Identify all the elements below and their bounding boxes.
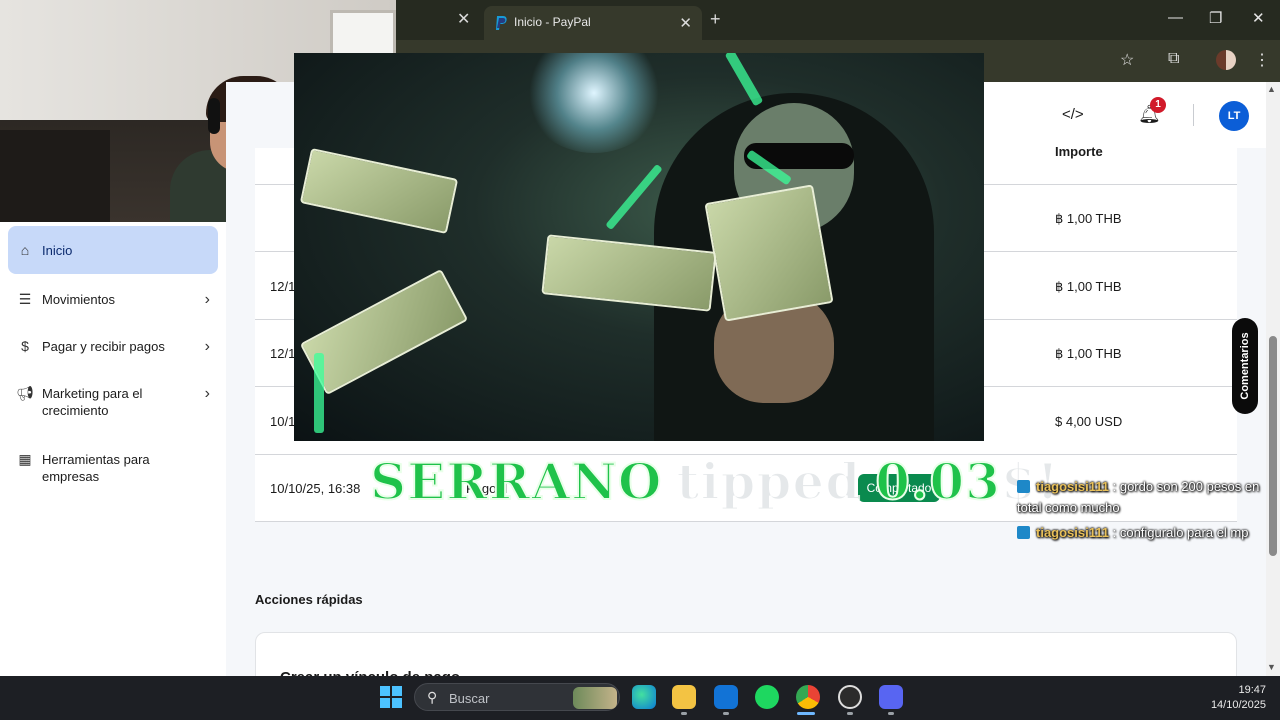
table-row-date[interactable]: 10/10/25, 16:38 [270,481,360,496]
tip-alert-name: SERRANO [369,451,663,512]
file-explorer-icon[interactable] [672,685,696,709]
tip-alert-verb: tipped [675,451,862,512]
table-row-amount[interactable]: $ 4,00 USD [1055,414,1122,429]
grid-icon: ▦ [18,451,32,467]
notification-badge: 1 [1150,97,1166,113]
avatar[interactable]: LT [1219,101,1249,131]
chat-username: tiagosisi111 [1036,525,1109,540]
window-close-button[interactable]: ✕ [1252,9,1265,27]
menu-icon[interactable]: ⋮ [1254,50,1270,70]
search-highlight-image [573,687,617,709]
list-icon: ☰ [18,291,32,307]
sidebar-item-label: Inicio [42,242,73,258]
system-clock[interactable]: 19:47 14/10/2025 [1196,683,1266,713]
scroll-down-icon[interactable]: ▼ [1267,662,1276,672]
chat-username: tiagosisi111 [1036,479,1109,494]
table-row-amount[interactable]: ฿ 1,00 THB [1055,346,1122,362]
tab-paypal[interactable]: Inicio - PayPal ✕ [484,6,702,40]
star-icon[interactable]: ☆ [1120,50,1134,70]
header-divider [1193,104,1194,126]
sidebar-item-label: Movimientos [42,292,115,307]
comments-tab-label: Comentarios [1239,332,1251,400]
prev-tab-close-icon[interactable]: ✕ [457,12,470,28]
running-indicator [681,712,687,715]
banknote-stack [704,184,834,322]
table-row-amount[interactable]: ฿ 1,00 THB [1055,279,1122,295]
column-header-amount: Importe [1055,144,1103,159]
sidebar-item-label: Herramientas para empresas [42,452,150,484]
chat-badge-icon [1017,526,1030,539]
new-tab-button[interactable]: + [710,9,721,30]
webcam-window [330,10,396,56]
discord-icon[interactable] [879,685,903,709]
scroll-up-icon[interactable]: ▲ [1267,84,1276,94]
dollar-icon: $ [21,338,29,354]
running-indicator [847,712,853,715]
quick-actions-heading: Acciones rápidas [255,592,363,607]
chat-text: : configuralo para el mp [1112,525,1249,540]
taskbar-search[interactable]: ⚲ Buscar [414,683,620,711]
chevron-right-icon: › [204,291,210,308]
tab-close-icon[interactable]: ✕ [679,14,692,32]
clock-time: 19:47 [1238,684,1266,696]
minimize-button[interactable]: — [1168,9,1183,26]
sidebar-item-label: Pagar y recibir pagos [42,339,165,354]
sidebar-item-marketing[interactable]: 📢︎ Marketing para el crecimiento › [8,385,218,419]
sidebar-item-herramientas[interactable]: ▦ Herramientas para empresas [8,451,218,485]
obs-icon[interactable] [838,685,862,709]
banknote [299,148,459,234]
edge-icon[interactable] [632,685,656,709]
spotify-icon[interactable] [755,685,779,709]
green-streak [724,53,764,107]
search-placeholder: Buscar [449,691,490,706]
paypal-logo-icon [496,16,507,30]
search-icon: ⚲ [427,689,438,705]
sidebar-item-pagar[interactable]: $ Pagar y recibir pagos › [8,338,218,356]
sidebar-item-label: Marketing para el crecimiento [42,386,143,418]
profile-icon[interactable] [1216,50,1236,70]
code-icon[interactable]: </> [1062,106,1084,123]
tip-alert-amount: 0.03 [874,451,1001,512]
chat-message: tiagosisi111 : configuralo para el mp [1017,522,1273,543]
sidebar-item-movimientos[interactable]: ☰ Movimientos › [8,291,218,309]
chat-badge-icon [1017,480,1030,493]
extensions-icon[interactable]: ⧉ [1168,50,1179,68]
clock-date: 14/10/2025 [1210,699,1266,711]
chevron-right-icon: › [204,385,210,402]
banknote [299,268,469,396]
outlook-icon[interactable] [714,685,738,709]
running-indicator [888,712,894,715]
webcam-shelf [0,130,110,222]
chat-message: tiagosisi111 : gordo son 200 pesos en to… [1017,476,1273,518]
headset [208,98,220,134]
maximize-button[interactable]: ❐ [1209,9,1222,27]
comments-tab[interactable]: Comentarios [1232,318,1258,414]
chevron-right-icon: › [204,338,210,355]
running-indicator [723,712,729,715]
sidebar-item-inicio[interactable]: ⌂ Inicio [8,226,218,274]
tab-title: Inicio - PayPal [514,15,591,29]
active-indicator [797,712,815,715]
stream-video-overlay [294,53,984,441]
green-streak [314,353,324,433]
video-light [524,53,664,153]
windows-start-icon[interactable] [380,686,402,708]
megaphone-icon: 📢︎ [16,385,34,401]
home-icon: ⌂ [20,242,30,258]
tip-alert: SERRANO tipped 0.03$! [369,451,1060,512]
chrome-icon[interactable] [796,685,820,709]
table-row-amount[interactable]: ฿ 1,00 THB [1055,211,1122,227]
